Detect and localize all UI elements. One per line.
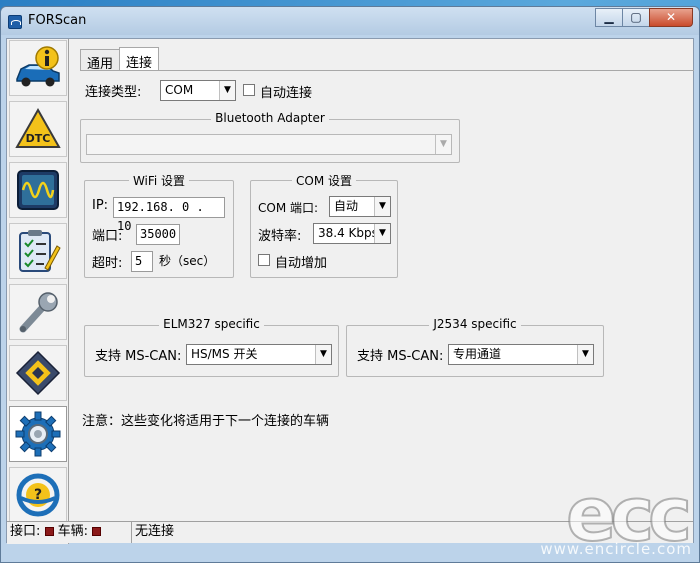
auto-increase-label: 自动增加 — [275, 256, 328, 271]
wifi-port-label: 端口: — [92, 229, 123, 244]
sidebar-item-dtc[interactable]: DTC — [9, 101, 67, 157]
elm327-mscan-value: HS/MS 开关 — [191, 347, 258, 361]
baud-rate-select[interactable]: 38.4 Kbps ▼ — [313, 223, 391, 244]
connection-type-value: COM — [165, 83, 194, 97]
bluetooth-adapter-select[interactable]: ▼ — [86, 134, 452, 155]
wifi-timeout-input[interactable]: 5 — [131, 251, 153, 272]
caption-buttons: ▁ ▢ ✕ — [595, 8, 693, 27]
sidebar-item-configuration[interactable] — [9, 345, 67, 401]
window-title: FORScan — [28, 13, 87, 28]
client-area: DTC ? 通用 连接 连接类型: COM ▼ 自动连接 Bluetooth A… — [6, 38, 694, 544]
chip-icon — [15, 350, 61, 396]
elm327-mscan-select[interactable]: HS/MS 开关 ▼ — [186, 344, 332, 365]
sidebar-item-live-data[interactable] — [9, 162, 67, 218]
car-info-icon — [16, 46, 60, 87]
com-settings-group: COM 设置 COM 端口: 自动 ▼ 波特率: 38.4 Kbps ▼ 自动增… — [250, 174, 398, 278]
status-interface-vehicle: 接口: 车辆: — [7, 522, 129, 543]
wifi-ip-input[interactable]: 192.168. 0 . 10 — [113, 197, 225, 233]
connection-status: 无连接 — [131, 522, 431, 543]
dtc-icon: DTC — [15, 107, 61, 148]
com-port-select[interactable]: 自动 ▼ — [329, 196, 391, 217]
j2534-title: J2534 specific — [429, 317, 521, 331]
maximize-button[interactable]: ▢ — [622, 8, 650, 27]
auto-connect-checkbox[interactable] — [243, 84, 255, 96]
minimize-button[interactable]: ▁ — [595, 8, 623, 27]
watermark-url: www.encircle.com — [540, 540, 692, 558]
svg-text:?: ? — [34, 487, 42, 503]
chevron-down-icon: ▼ — [577, 345, 593, 364]
close-button[interactable]: ✕ — [649, 8, 693, 27]
wifi-settings-title: WiFi 设置 — [128, 174, 190, 188]
interface-indicator — [44, 527, 54, 536]
sidebar-item-help[interactable]: ? — [9, 467, 67, 523]
elm327-mscan-label: 支持 MS-CAN: — [95, 349, 182, 364]
elm327-title: ELM327 specific — [159, 317, 264, 331]
auto-connect-label: 自动连接 — [260, 86, 313, 101]
settings-gear-icon — [15, 411, 61, 457]
oscilloscope-icon — [17, 170, 59, 210]
sidebar-item-settings[interactable] — [9, 406, 67, 462]
bluetooth-adapter-group: Bluetooth Adapter ▼ — [80, 111, 460, 163]
tab-connection[interactable]: 连接 — [119, 47, 160, 71]
wifi-timeout-unit: 秒（sec） — [159, 254, 216, 268]
chevron-down-icon: ▼ — [374, 197, 390, 216]
j2534-mscan-label: 支持 MS-CAN: — [357, 349, 444, 364]
chevron-down-icon: ▼ — [219, 81, 235, 100]
sidebar-item-vehicle-info[interactable] — [9, 40, 67, 96]
settings-note: 注意：这些变化将适用于下一个连接的车辆 — [82, 414, 330, 429]
j2534-group: J2534 specific 支持 MS-CAN: 专用通道 ▼ — [346, 317, 604, 377]
interface-label: 接口: — [10, 524, 41, 539]
connection-type-label: 连接类型: — [85, 85, 142, 100]
j2534-mscan-select[interactable]: 专用通道 ▼ — [448, 344, 594, 365]
sidebar: DTC ? — [7, 39, 69, 544]
wifi-timeout-label: 超时: — [92, 256, 123, 271]
j2534-mscan-value: 专用通道 — [453, 347, 502, 361]
connection-type-select[interactable]: COM ▼ — [160, 80, 236, 101]
sidebar-item-service[interactable] — [9, 284, 67, 340]
svg-text:DTC: DTC — [26, 132, 51, 145]
tab-general[interactable]: 通用 — [80, 49, 121, 72]
baud-rate-value: 38.4 Kbps — [318, 226, 378, 240]
com-port-value: 自动 — [334, 199, 359, 213]
vehicle-indicator — [92, 527, 102, 536]
bluetooth-adapter-title: Bluetooth Adapter — [211, 111, 329, 125]
title-bar[interactable]: FORScan ▁ ▢ ✕ — [1, 7, 699, 35]
checklist-icon — [19, 230, 61, 272]
baud-rate-label: 波特率: — [258, 229, 302, 244]
elm327-group: ELM327 specific 支持 MS-CAN: HS/MS 开关 ▼ — [84, 317, 339, 377]
chevron-down-icon: ▼ — [435, 135, 451, 154]
sidebar-item-tests[interactable] — [9, 223, 67, 279]
wrench-icon — [19, 292, 58, 333]
chevron-down-icon: ▼ — [374, 224, 390, 243]
wifi-port-input[interactable]: 35000 — [136, 224, 180, 245]
help-steering-wheel-icon: ? — [16, 473, 60, 517]
wifi-ip-label: IP: — [92, 198, 109, 213]
com-settings-title: COM 设置 — [292, 174, 356, 188]
chevron-down-icon: ▼ — [315, 345, 331, 364]
app-icon — [8, 15, 22, 29]
auto-increase-checkbox[interactable] — [258, 254, 270, 266]
com-port-label: COM 端口: — [258, 201, 319, 215]
tab-divider — [80, 70, 694, 71]
tab-bar: 通用 连接 — [80, 47, 160, 72]
vehicle-label: 车辆: — [57, 524, 89, 539]
wifi-settings-group: WiFi 设置 IP: 192.168. 0 . 10 端口: 35000 超时… — [84, 174, 234, 278]
settings-panel: 通用 连接 连接类型: COM ▼ 自动连接 Bluetooth Adapter… — [70, 39, 694, 521]
